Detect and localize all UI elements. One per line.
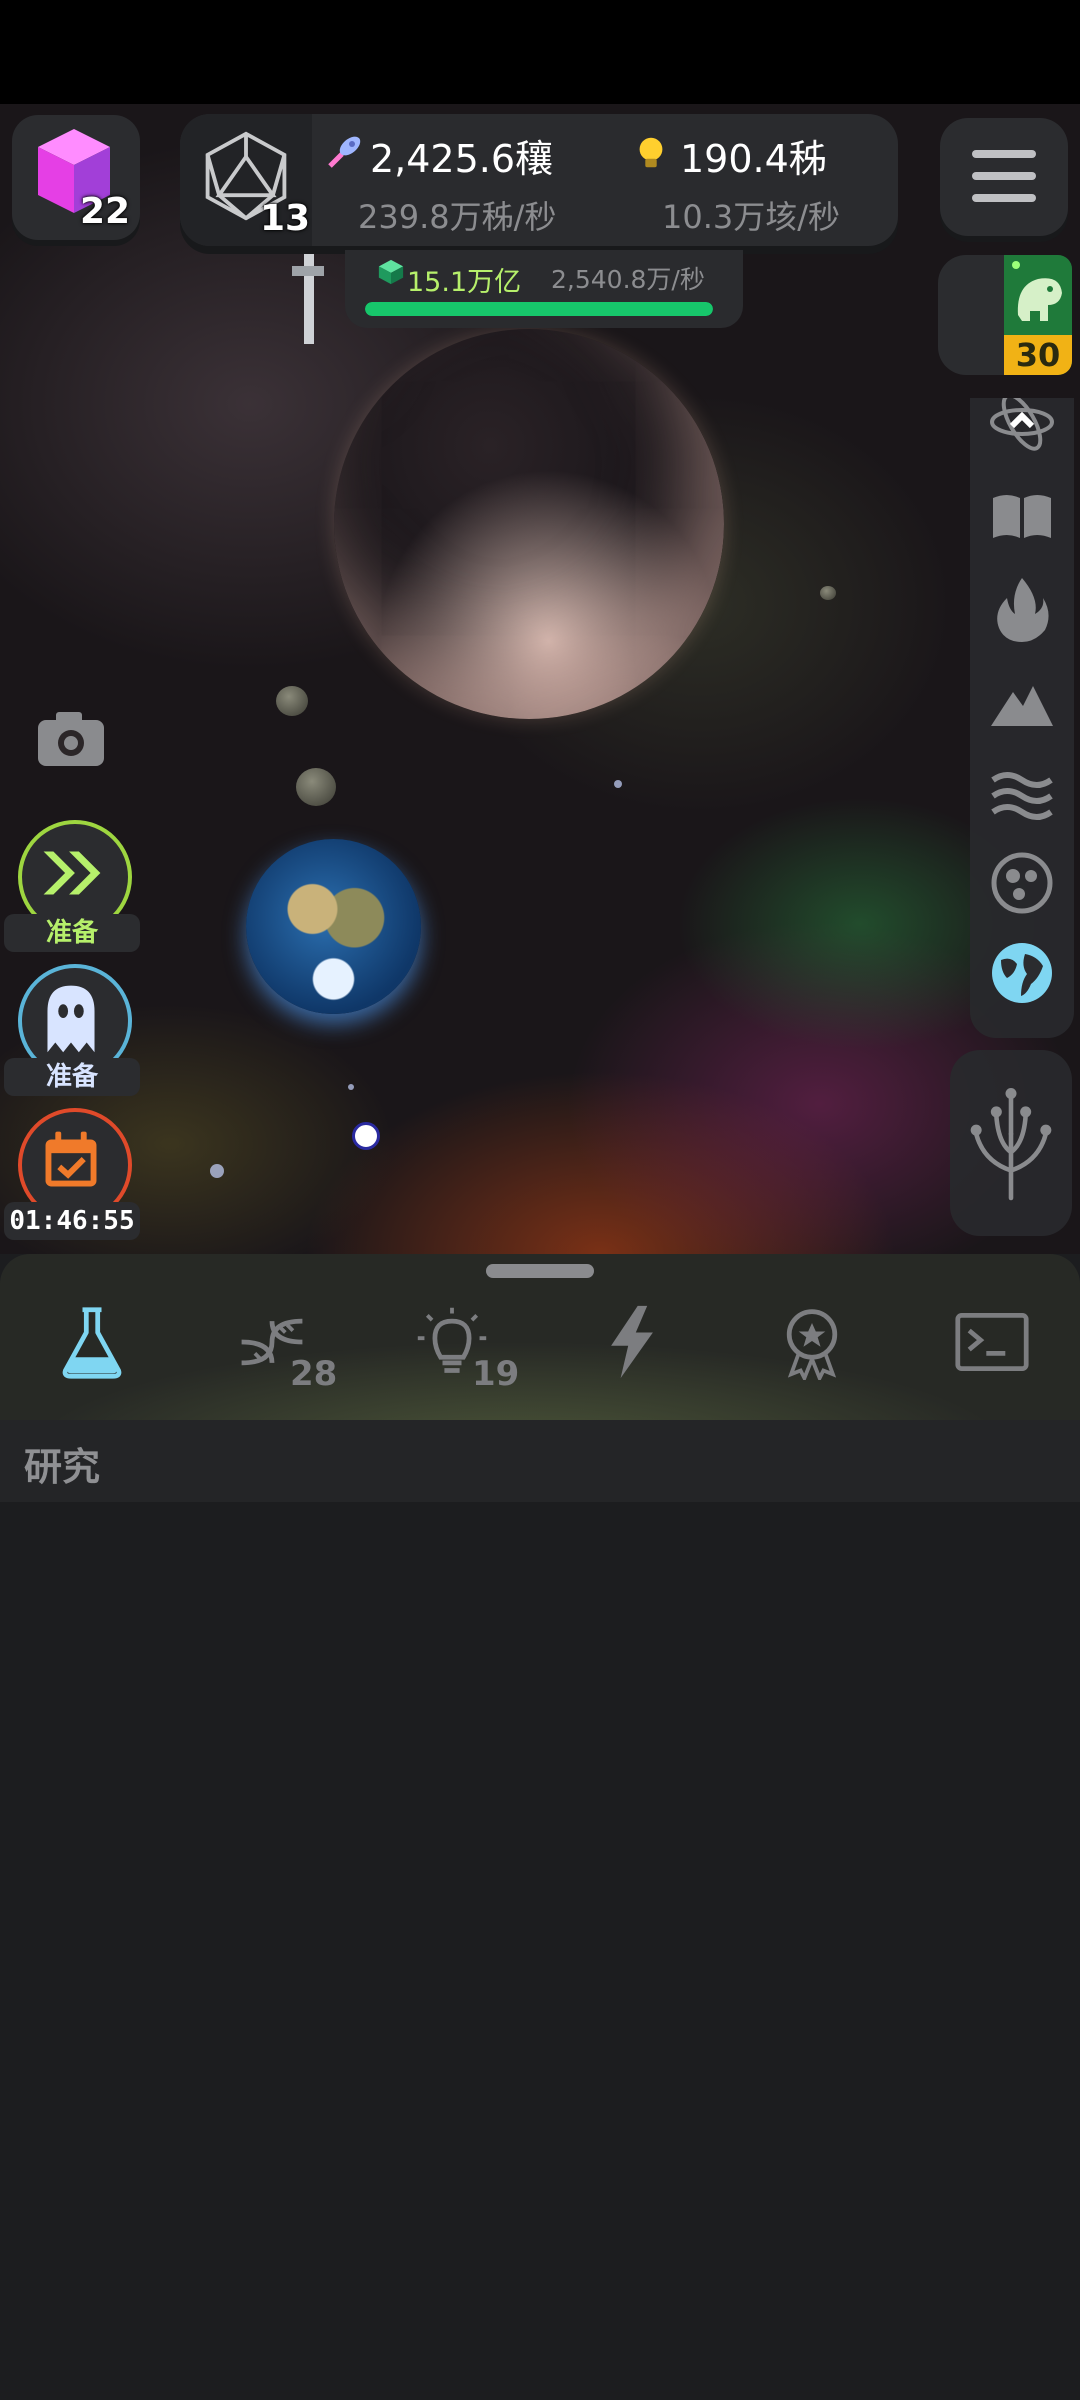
planet-earth[interactable]: [246, 839, 421, 1014]
dino-badge: 30: [1004, 255, 1072, 375]
speed-ready-label: 准备: [4, 914, 140, 952]
cube-level: 22: [80, 191, 131, 232]
waves-icon[interactable]: [987, 758, 1057, 828]
daily-timer: 01:46:55: [4, 1202, 140, 1240]
star: [348, 1084, 354, 1090]
satellite-icon: [292, 254, 324, 344]
tab-achievements[interactable]: [736, 1294, 886, 1394]
resource-panel: 13 2,425.6穰 239.8万秭/秒 190.4秭 10.3万垓/秒: [180, 114, 898, 246]
dino-count: 30: [1004, 335, 1072, 375]
menu-line: [972, 194, 1036, 202]
tab-research[interactable]: [16, 1294, 166, 1394]
lightning-icon: [611, 1305, 653, 1379]
research-list: [0, 1502, 1080, 2400]
tab-ideas[interactable]: 19: [376, 1294, 526, 1394]
primary-rate: 239.8万秭/秒: [358, 198, 557, 236]
cube-button[interactable]: 22: [12, 115, 140, 240]
planet-mars[interactable]: [334, 329, 724, 719]
gem-amount: 15.1万亿: [407, 267, 522, 298]
rocket-icon: [328, 136, 361, 168]
primary-amount: 2,425.6穰: [370, 137, 554, 181]
ghost-ready-label: 准备: [4, 1058, 140, 1096]
dino-button[interactable]: 30: [938, 255, 1072, 375]
dice-level: 13: [260, 198, 311, 239]
fire-icon[interactable]: [987, 574, 1057, 644]
tab-dna[interactable]: 28: [196, 1294, 346, 1394]
bottom-sheet: 28 19: [0, 1254, 1080, 1422]
menu-line: [972, 172, 1036, 180]
dna-count: 28: [290, 1354, 338, 1394]
gem-rate: 2,540.8万/秒: [551, 265, 705, 294]
ideas-rate: 10.3万垓/秒: [662, 198, 841, 236]
dice-button[interactable]: 13: [180, 114, 312, 246]
ghost-icon: [47, 985, 95, 1053]
ideas-count: 19: [472, 1354, 520, 1394]
book-icon[interactable]: [987, 482, 1057, 552]
atom-icon[interactable]: [987, 398, 1057, 468]
star: [614, 780, 622, 788]
right-sidebar: [970, 398, 1074, 1038]
section-title: 研究: [24, 1445, 101, 1489]
terminal-icon: [955, 1313, 1029, 1371]
moon: [296, 768, 336, 806]
medal-icon: [786, 1309, 838, 1380]
gem-cube-icon: [378, 259, 404, 285]
drag-handle[interactable]: [486, 1264, 594, 1278]
lightbulb-icon: [639, 137, 663, 168]
camera-icon[interactable]: [36, 710, 106, 768]
tab-power[interactable]: [556, 1294, 706, 1394]
menu-line: [972, 150, 1036, 158]
tab-console[interactable]: [916, 1294, 1066, 1394]
section-header: 研究: [0, 1420, 1080, 1502]
cells-icon[interactable]: [987, 848, 1057, 918]
probe-icon[interactable]: [352, 1122, 380, 1150]
ideas-amount: 190.4秭: [680, 137, 827, 181]
gem-panel: 15.1万亿 2,540.8万/秒: [345, 250, 743, 328]
star: [210, 1164, 224, 1178]
globe-icon[interactable]: [987, 938, 1057, 1008]
fast-forward-icon: [43, 851, 101, 895]
tech-tree-button[interactable]: [950, 1050, 1072, 1236]
asteroid: [276, 686, 308, 716]
gem-progress-fill: [365, 302, 713, 316]
mountain-icon[interactable]: [987, 666, 1057, 736]
calendar-check-icon: [45, 1131, 97, 1187]
status-bar: [0, 0, 1080, 104]
asteroid: [820, 586, 836, 600]
menu-button[interactable]: [940, 118, 1068, 236]
dinosaur-icon: [1012, 261, 1062, 321]
flask-icon: [62, 1307, 122, 1379]
tree-icon: [970, 1088, 1052, 1201]
gem-progress-bar: [365, 302, 713, 316]
